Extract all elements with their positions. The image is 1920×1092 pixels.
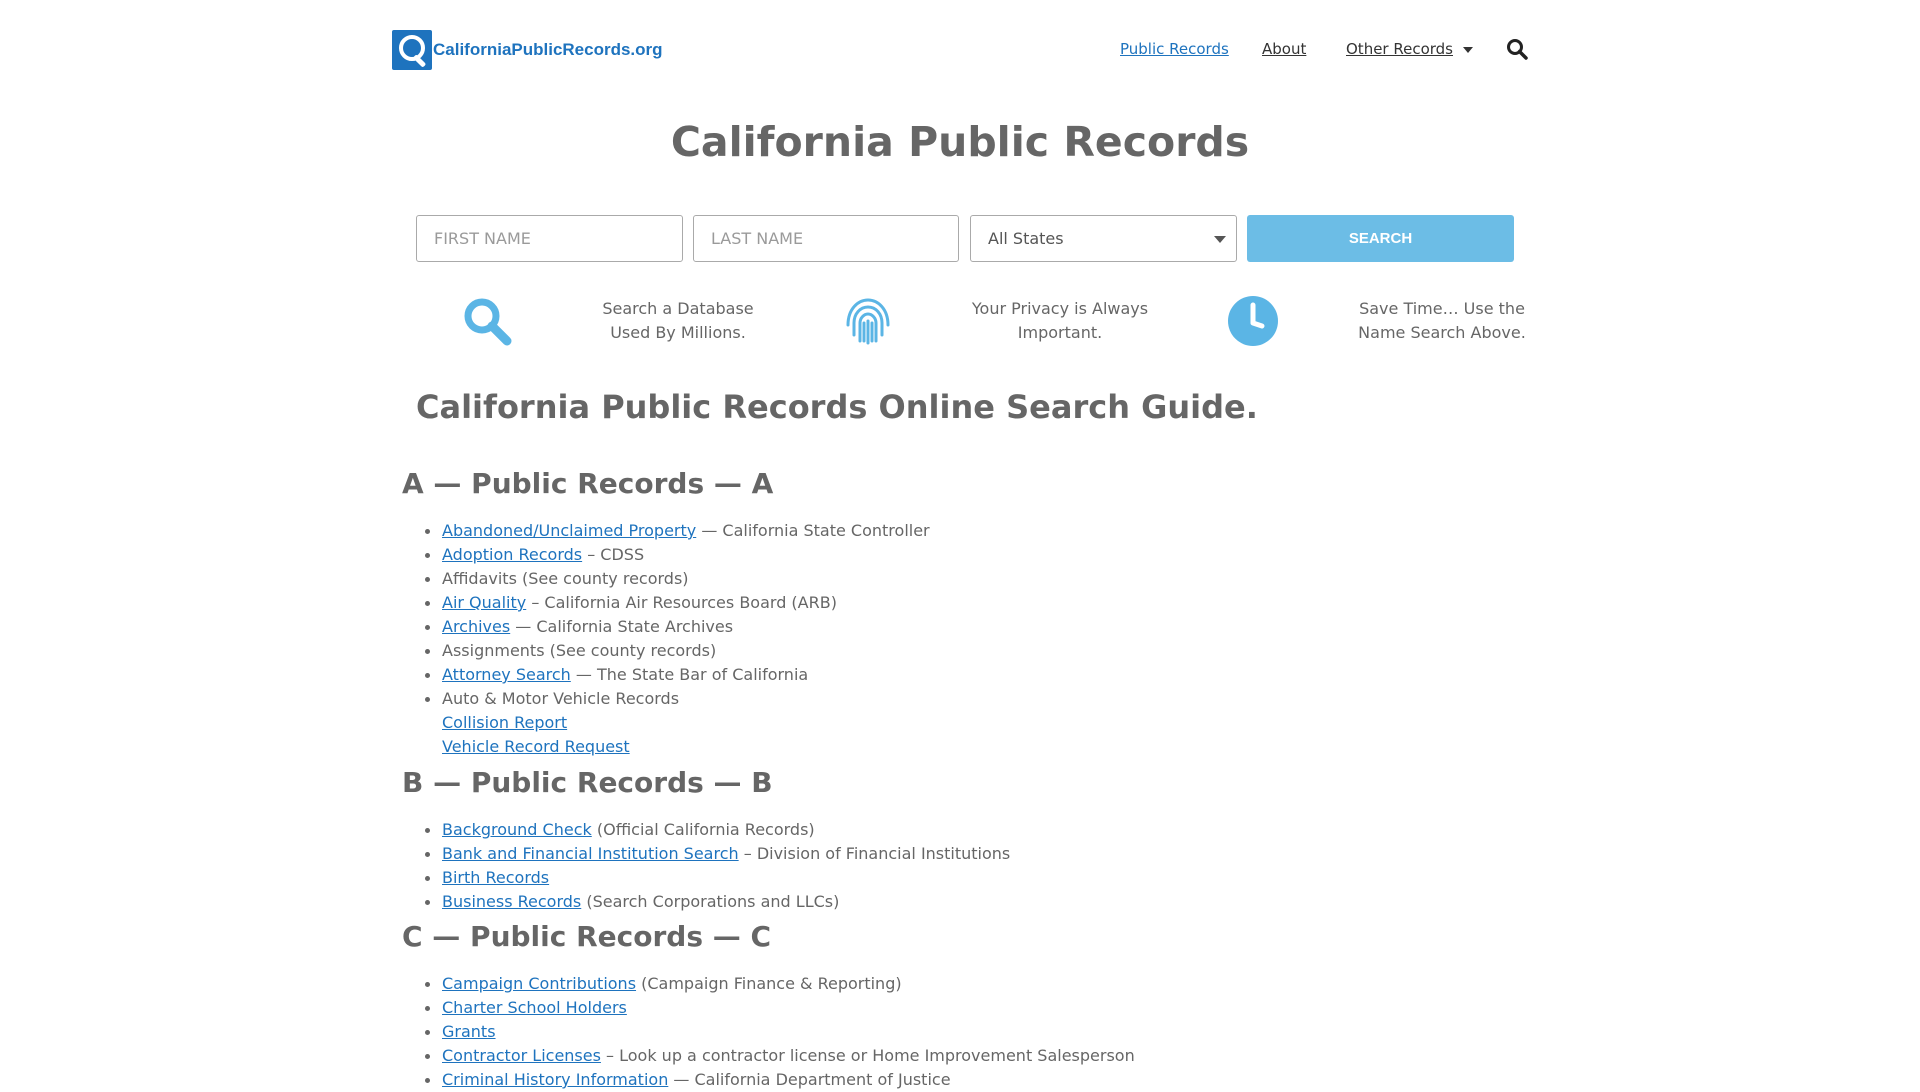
list-item: Air Quality – California Air Resources B…: [402, 591, 930, 615]
list-item: Contractor Licenses – Look up a contract…: [402, 1044, 1135, 1068]
list-item: Campaign Contributions (Campaign Finance…: [402, 972, 1135, 996]
list-item: Birth Records: [402, 866, 1010, 890]
page: CaliforniaPublicRecords.org Public Recor…: [0, 0, 1920, 1089]
magnifier-icon: [464, 298, 512, 346]
list-item: Business Records (Search Corporations an…: [402, 890, 1010, 914]
sub-list-item: Collision Report: [402, 711, 930, 735]
sub-list-item: Vehicle Record Request: [402, 735, 930, 759]
record-link[interactable]: Archives: [442, 617, 510, 636]
list-item: Abandoned/Unclaimed Property — Californi…: [402, 519, 930, 543]
record-link[interactable]: Bank and Financial Institution Search: [442, 844, 739, 863]
record-link[interactable]: Campaign Contributions: [442, 974, 636, 993]
list-item: Archives — California State Archives: [402, 615, 930, 639]
nav-other-records[interactable]: Other Records: [1346, 40, 1473, 58]
list-item: Adoption Records – CDSS: [402, 543, 930, 567]
list-item: Affidavits (See county records): [402, 567, 930, 591]
section-title-b: B — Public Records — B: [402, 766, 773, 799]
section-list-c: Campaign Contributions (Campaign Finance…: [402, 972, 1135, 1092]
record-link[interactable]: Abandoned/Unclaimed Property: [442, 521, 696, 540]
nav-public-records-link[interactable]: Public Records: [1120, 40, 1229, 58]
feature-text-database: Search a Database Used By Millions.: [602, 299, 754, 342]
nav-about[interactable]: About: [1262, 40, 1306, 58]
page-title: California Public Records: [670, 118, 1250, 166]
record-link[interactable]: Collision Report: [442, 713, 567, 732]
list-item: Background Check (Official California Re…: [402, 818, 1010, 842]
nav-public-records[interactable]: Public Records: [1120, 40, 1229, 58]
search-button[interactable]: SEARCH: [1247, 215, 1514, 262]
last-name-input[interactable]: [693, 215, 959, 262]
site-logo[interactable]: CaliforniaPublicRecords.org: [392, 30, 663, 70]
list-item: Attorney Search — The State Bar of Calif…: [402, 663, 930, 687]
record-link[interactable]: Attorney Search: [442, 665, 571, 684]
list-item: Charter School Holders: [402, 996, 1135, 1020]
dropdown-caret-icon: [1214, 236, 1226, 243]
list-item: Assignments (See county records): [402, 639, 930, 663]
record-link[interactable]: Business Records: [442, 892, 581, 911]
section-list-b: Background Check (Official California Re…: [402, 818, 1010, 914]
record-link[interactable]: Grants: [442, 1022, 496, 1041]
record-link[interactable]: Background Check: [442, 820, 592, 839]
state-select-value: All States: [988, 229, 1064, 248]
record-link[interactable]: Adoption Records: [442, 545, 582, 564]
list-item: Grants: [402, 1020, 1135, 1044]
section-title-c: C — Public Records — C: [402, 920, 772, 953]
first-name-input[interactable]: [416, 215, 683, 262]
feature-text-time: Save Time… Use the Name Search Above.: [1358, 299, 1526, 342]
record-link[interactable]: Contractor Licenses: [442, 1046, 601, 1065]
search-icon[interactable]: [1506, 38, 1528, 60]
feature-text-privacy: Your Privacy is Always Important.: [971, 299, 1149, 342]
list-item: Bank and Financial Institution Search – …: [402, 842, 1010, 866]
record-link[interactable]: Charter School Holders: [442, 998, 627, 1017]
section-title-a: A — Public Records — A: [402, 467, 774, 500]
chevron-down-icon: [1463, 47, 1473, 53]
guide-title: California Public Records Online Search …: [416, 388, 1258, 426]
list-item: Auto & Motor Vehicle Records: [402, 687, 930, 711]
nav-about-link[interactable]: About: [1262, 40, 1306, 58]
logo-magnifier-icon: [392, 30, 432, 70]
list-item: Criminal History Information — Californi…: [402, 1068, 1135, 1092]
record-link[interactable]: Birth Records: [442, 868, 549, 887]
fingerprint-icon: [846, 298, 890, 345]
state-select[interactable]: All States: [970, 215, 1237, 262]
nav-other-records-link[interactable]: Other Records: [1346, 40, 1453, 58]
record-link[interactable]: Air Quality: [442, 593, 526, 612]
record-link[interactable]: Vehicle Record Request: [442, 737, 630, 756]
section-list-a: Abandoned/Unclaimed Property — Californi…: [402, 519, 930, 759]
clock-icon: [1228, 296, 1278, 346]
logo-text: CaliforniaPublicRecords.org: [433, 40, 663, 59]
